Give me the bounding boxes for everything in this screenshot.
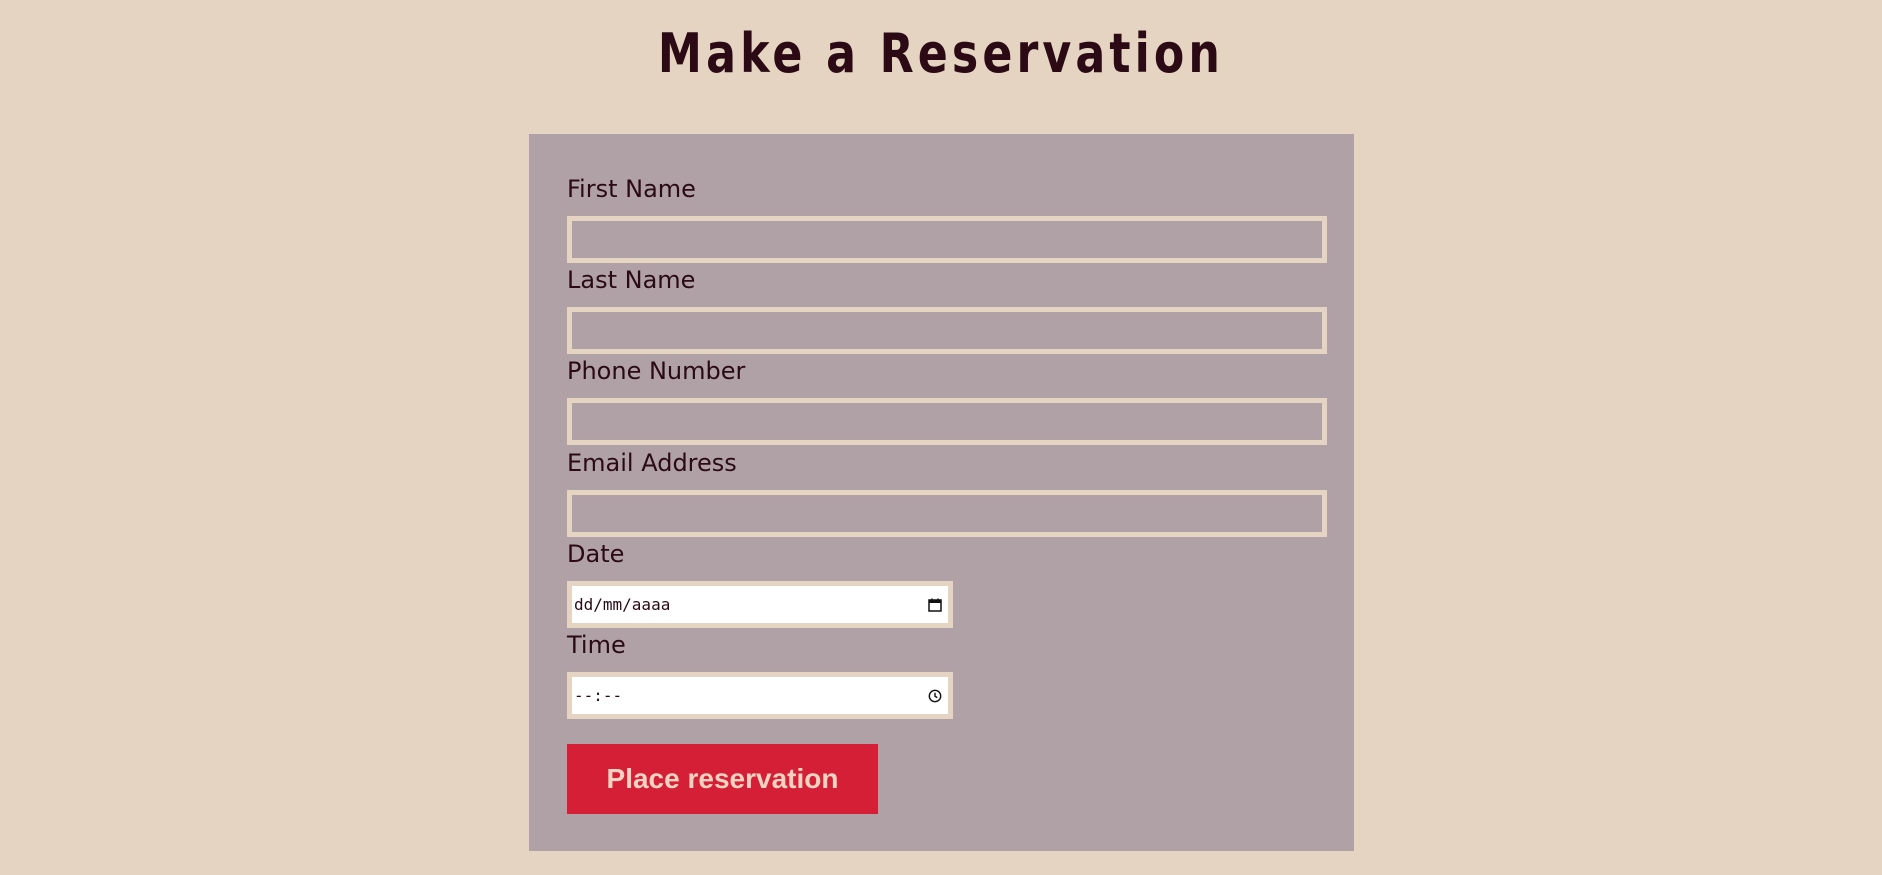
time-label: Time [567,631,626,659]
date-placeholder: dd/mm/aaaa [574,595,671,614]
first-name-field[interactable] [567,216,1327,263]
phone-number-label: Phone Number [567,357,746,385]
email-address-field[interactable] [567,490,1327,537]
email-address-label: Email Address [567,449,737,477]
first-name-label: First Name [567,175,696,203]
time-placeholder: --:-- [574,686,623,705]
phone-number-field[interactable] [567,398,1327,445]
calendar-icon[interactable] [926,596,944,614]
page-title: Make a Reservation [657,22,1225,85]
reservation-form: First Name Last Name Phone Number Email … [529,134,1354,851]
clock-icon[interactable] [926,687,944,705]
last-name-label: Last Name [567,266,696,294]
date-label: Date [567,540,625,568]
date-field[interactable]: dd/mm/aaaa [567,581,953,628]
place-reservation-button[interactable]: Place reservation [567,744,878,814]
last-name-field[interactable] [567,307,1327,354]
time-field[interactable]: --:-- [567,672,953,719]
